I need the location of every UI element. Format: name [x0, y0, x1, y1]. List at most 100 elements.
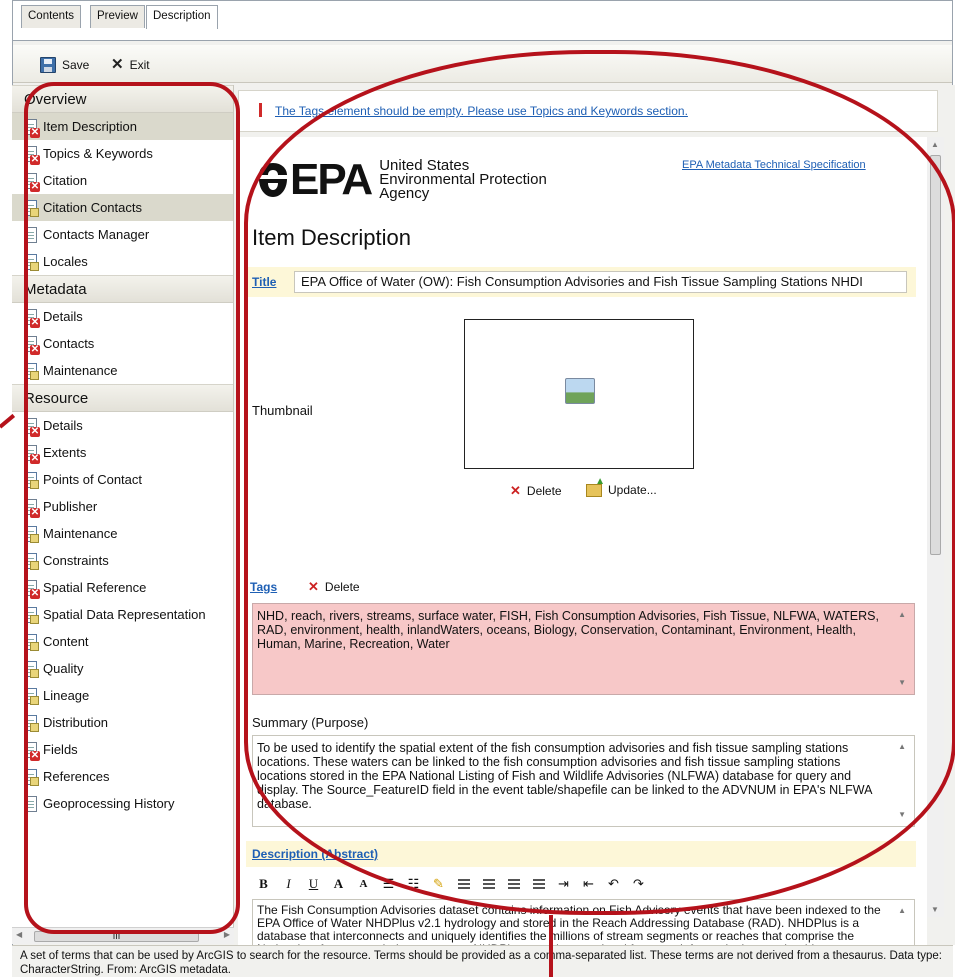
outdent-icon[interactable]: ⇤ [577, 873, 600, 895]
nav-item-content[interactable]: Content [12, 628, 233, 655]
nav-item-label: Details [43, 418, 83, 433]
error-doc-icon [24, 118, 40, 138]
scroll-up-icon[interactable]: ▲ [898, 904, 906, 917]
scroll-thumb[interactable] [930, 155, 941, 555]
title-field[interactable]: EPA Office of Water (OW): Fish Consumpti… [294, 271, 907, 293]
scroll-right-icon[interactable]: ▶ [224, 930, 230, 939]
scroll-down-icon[interactable]: ▼ [898, 808, 906, 822]
nav-item-maintenance[interactable]: Maintenance [12, 357, 233, 384]
thumbnail-update-button[interactable]: Update... [586, 476, 657, 497]
scroll-up-icon[interactable]: ▲ [898, 608, 906, 622]
nav-item-geoprocessing-history[interactable]: Geoprocessing History [12, 790, 233, 817]
nav-item-spatial-data-representation[interactable]: Spatial Data Representation [12, 601, 233, 628]
nav-item-points-of-contact[interactable]: Points of Contact [12, 466, 233, 493]
nav-item-distribution[interactable]: Distribution [12, 709, 233, 736]
tab-description[interactable]: Description [146, 5, 218, 29]
content-vertical-scrollbar[interactable]: ▲ ▼ [927, 137, 944, 917]
nav-item-item-description[interactable]: Item Description [12, 113, 233, 140]
nav-item-locales[interactable]: Locales [12, 248, 233, 275]
align-left-icon[interactable] [452, 873, 475, 895]
nav-item-extents[interactable]: Extents [12, 439, 233, 466]
description-label[interactable]: Description (Abstract) [252, 847, 378, 861]
nav-item-spatial-reference[interactable]: Spatial Reference [12, 574, 233, 601]
nav-horizontal-scrollbar[interactable]: ◀ III ▶ [12, 927, 234, 944]
nav-item-label: Quality [43, 661, 84, 676]
nav-item-label: Maintenance [43, 526, 118, 541]
error-doc-icon [24, 498, 40, 518]
close-icon: ✕ [111, 56, 124, 73]
tags-textarea[interactable]: NHD, reach, rivers, streams, surface wat… [252, 603, 915, 695]
redo-icon[interactable]: ↷ [627, 873, 650, 895]
scroll-up-icon[interactable]: ▲ [931, 140, 939, 149]
nav-item-topics-keywords[interactable]: Topics & Keywords [12, 140, 233, 167]
doc-icon [24, 795, 37, 812]
nav-item-contacts-manager[interactable]: Contacts Manager [12, 221, 233, 248]
underline-button[interactable]: U [302, 873, 325, 895]
nav-item-label: Extents [43, 445, 87, 460]
bullet-list-icon[interactable]: ☰ [377, 873, 400, 895]
error-doc-icon [24, 335, 40, 355]
description-editor[interactable]: The Fish Consumption Advisories dataset … [252, 899, 915, 945]
tab-preview[interactable]: Preview [90, 5, 145, 28]
description-header-row: Description (Abstract) [246, 841, 916, 867]
nav-item-quality[interactable]: Quality [12, 655, 233, 682]
bold-button[interactable]: B [252, 873, 275, 895]
nav-item-label: Spatial Reference [43, 580, 147, 595]
tags-delete-button[interactable]: ✕ Delete [308, 579, 360, 595]
nav-item-constraints[interactable]: Constraints [12, 547, 233, 574]
thumbnail-frame[interactable] [464, 319, 694, 469]
nav-item-publisher[interactable]: Publisher [12, 493, 233, 520]
nav-item-label: Constraints [43, 553, 109, 568]
highlight-icon[interactable]: ✎ [427, 873, 450, 895]
nav-item-citation-contacts[interactable]: Citation Contacts [12, 194, 233, 221]
justify-icon[interactable] [527, 873, 550, 895]
indent-icon[interactable]: ⇥ [552, 873, 575, 895]
epa-spec-link[interactable]: EPA Metadata Technical Specification [682, 159, 866, 171]
scroll-down-icon[interactable]: ▼ [931, 905, 939, 914]
warning-icon [259, 103, 269, 117]
undo-icon[interactable]: ↶ [602, 873, 625, 895]
nav-item-label: Lineage [43, 688, 90, 703]
rich-text-toolbar: B I U A A ☰ ☷ ✎ ⇥ ⇤ ↶ ↷ [252, 871, 915, 897]
font-size-increase-button[interactable]: A [327, 873, 350, 895]
align-right-icon[interactable] [502, 873, 525, 895]
summary-textarea[interactable]: To be used to identify the spatial exten… [252, 735, 915, 827]
nav-item-contacts[interactable]: Contacts [12, 330, 233, 357]
scroll-left-icon[interactable]: ◀ [16, 930, 22, 939]
nav-item-label: Item Description [43, 119, 137, 134]
edit-doc-icon [24, 687, 39, 705]
nav-item-lineage[interactable]: Lineage [12, 682, 233, 709]
font-size-decrease-button[interactable]: A [352, 873, 375, 895]
toolbar: Save ✕ Exit [13, 45, 952, 83]
save-button[interactable]: Save [40, 55, 89, 75]
nav-item-label: Contacts Manager [43, 227, 150, 242]
epa-logo: EPA United States Environmental Protecti… [256, 158, 547, 202]
nav-item-maintenance[interactable]: Maintenance [12, 520, 233, 547]
nav-header-resource: Resource [12, 384, 233, 412]
nav-item-label: Content [43, 634, 89, 649]
nav-item-citation[interactable]: Citation [12, 167, 233, 194]
nav-header-overview: Overview [12, 85, 233, 113]
error-doc-icon [24, 308, 40, 328]
edit-doc-icon [24, 471, 39, 489]
tags-label[interactable]: Tags [250, 580, 277, 594]
error-doc-icon [24, 145, 40, 165]
scroll-down-icon[interactable]: ▼ [898, 676, 906, 690]
exit-button[interactable]: ✕ Exit [111, 55, 150, 75]
title-label[interactable]: Title [252, 275, 276, 289]
italic-button[interactable]: I [277, 873, 300, 895]
nav-item-details[interactable]: Details [12, 303, 233, 330]
align-center-icon[interactable] [477, 873, 500, 895]
thumbnail-delete-button[interactable]: ✕ Delete [510, 483, 562, 499]
warning-link[interactable]: The Tags element should be empty. Please… [275, 104, 688, 118]
epa-agency-name: United States Environmental Protection A… [379, 158, 547, 201]
nav-item-details[interactable]: Details [12, 412, 233, 439]
description-content: EPA United States Environmental Protecti… [238, 137, 927, 945]
scroll-thumb[interactable]: III [34, 931, 199, 942]
tab-contents[interactable]: Contents [21, 5, 82, 28]
nav-item-fields[interactable]: Fields [12, 736, 233, 763]
nav-item-references[interactable]: References [12, 763, 233, 790]
scroll-up-icon[interactable]: ▲ [898, 740, 906, 754]
tags-delete-label: Delete [324, 580, 360, 594]
numbered-list-icon[interactable]: ☷ [402, 873, 425, 895]
